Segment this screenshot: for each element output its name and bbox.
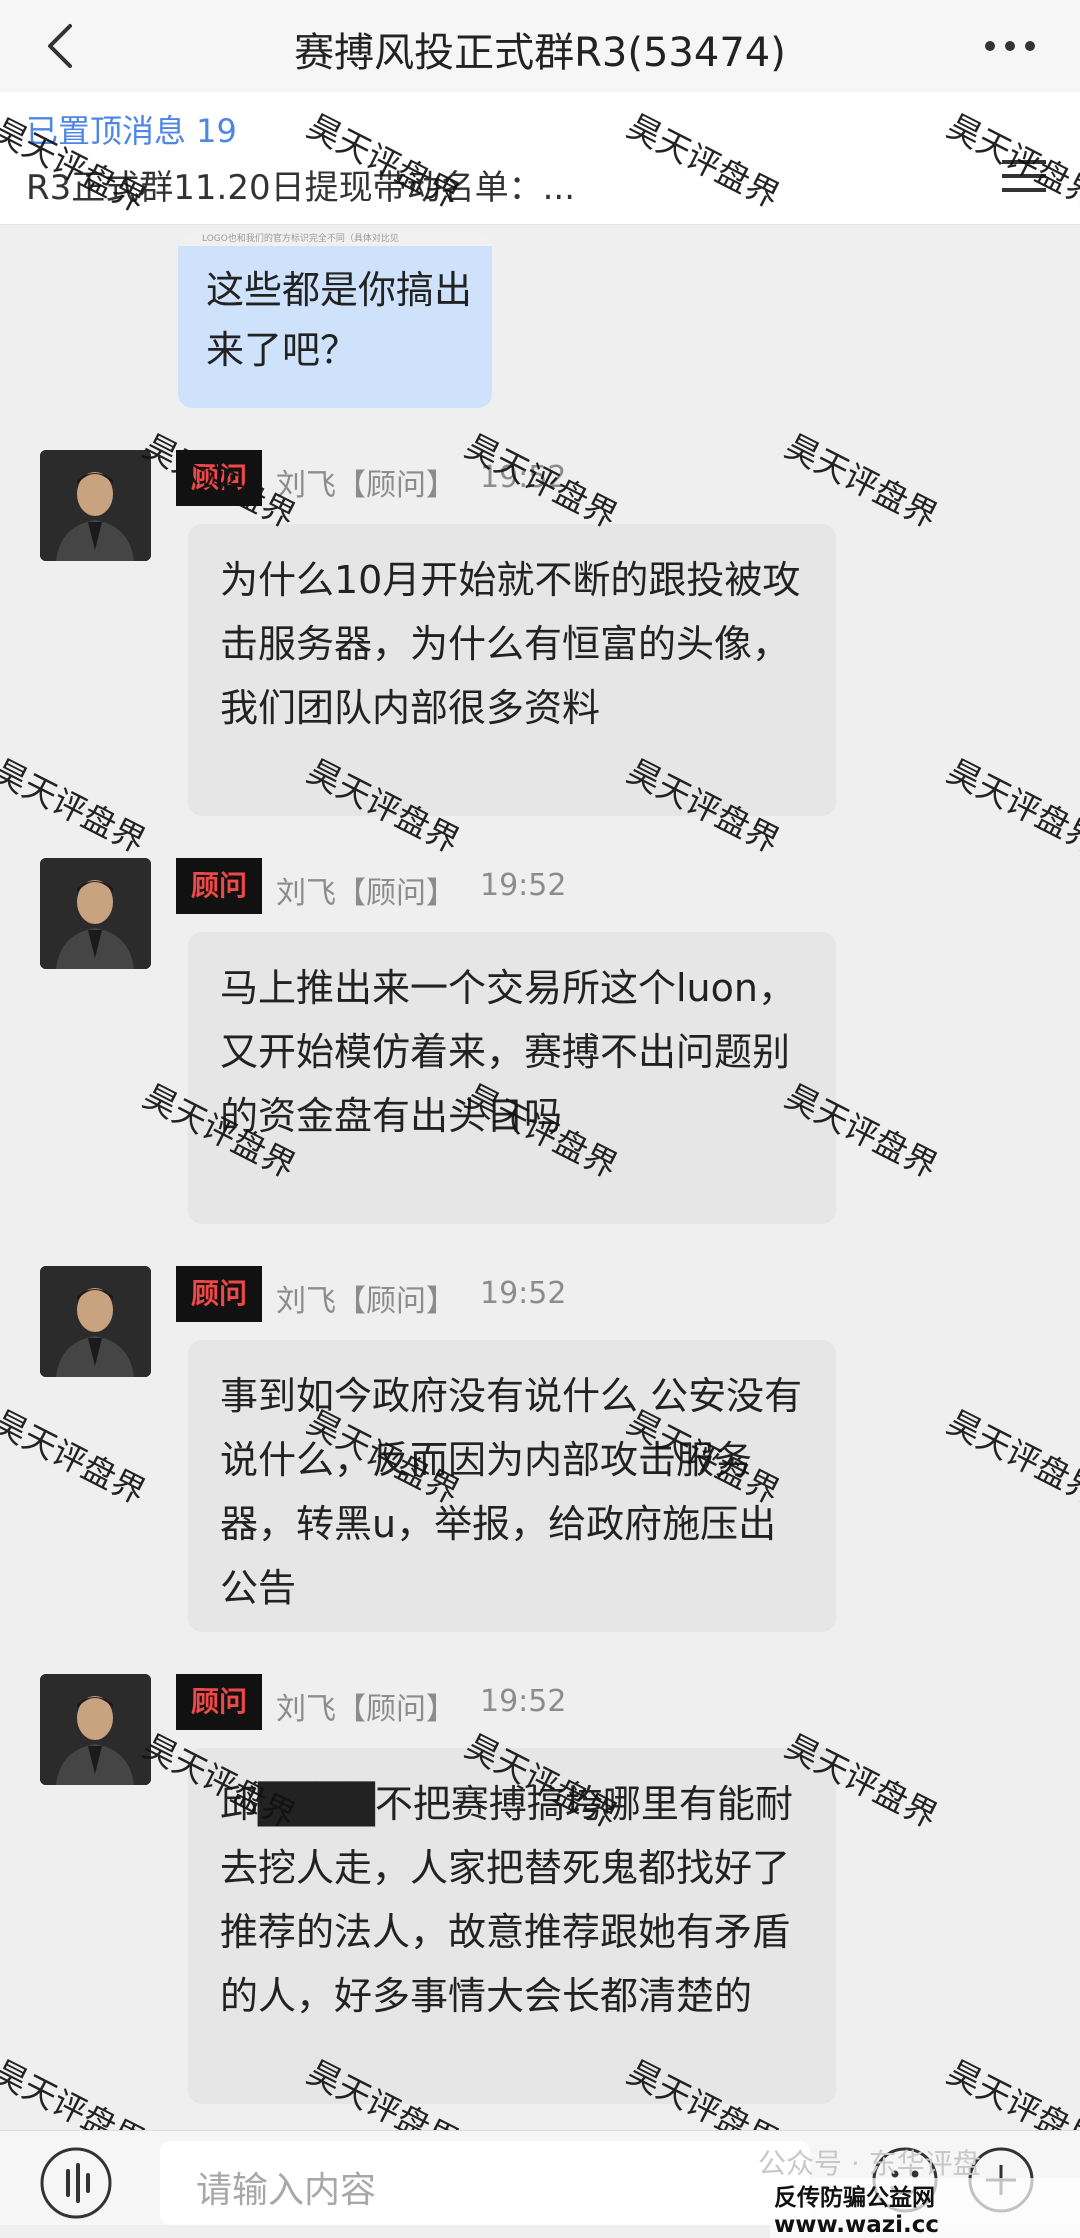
message-text: 马上推出来一个交易所这个luon，又开始模仿着来，赛搏不出问题别的资金盘有出头日… — [220, 966, 796, 1138]
message-time: 19:52 — [480, 868, 567, 903]
message-time: 19:52 — [480, 460, 567, 495]
self-message-bubble[interactable]: LOGO也和我们的官方标识完全不同（具体对比见 这些都是你搞出来了吧？ — [178, 232, 492, 408]
watermark-text: 昊天评盘界 — [941, 1402, 1080, 1512]
message-time: 19:52 — [480, 1276, 567, 1311]
list-icon[interactable] — [996, 152, 1052, 200]
more-dots-icon[interactable] — [970, 14, 1050, 78]
input-placeholder: 请输入内容 — [196, 2170, 377, 2211]
message-input[interactable]: 请输入内容 — [160, 2141, 810, 2225]
role-badge: 顾问 — [176, 1674, 262, 1730]
wechat-account-mark: 公众号 · 东华评盘 — [758, 2147, 981, 2180]
watermark-text: 昊天评盘界 — [0, 751, 152, 861]
message-text: 为什么10月开始就不断的跟投被攻击服务器，为什么有恒富的头像，我们团队内部很多资… — [220, 558, 801, 730]
watermark-text: 昊天评盘界 — [0, 1402, 152, 1512]
sender-name: 刘飞【顾问】 — [276, 1284, 456, 1319]
message-bubble[interactable]: 马上推出来一个交易所这个luon，又开始模仿着来，赛搏不出问题别的资金盘有出头日… — [188, 932, 836, 1224]
watermark-text: 昊天评盘界 — [941, 751, 1080, 861]
avatar[interactable] — [40, 1674, 151, 1785]
site-watermark: 反传防骗公益网 www.wazi.cc — [770, 2178, 1080, 2238]
message-bubble[interactable]: 邱████不把赛搏搞垮哪里有能耐去挖人走，人家把替死鬼都找好了推荐的法人，故意推… — [188, 1748, 836, 2104]
pinned-count: 已置顶消息 19 — [26, 112, 237, 150]
message-bubble[interactable]: 事到如今政府没有说什么 公安没有说什么，反而因为内部攻击服务器，转黑u，举报，给… — [188, 1340, 836, 1632]
quoted-image-strip: LOGO也和我们的官方标识完全不同（具体对比见 — [178, 232, 492, 246]
message-text: 事到如今政府没有说什么 公安没有说什么，反而因为内部攻击服务器，转黑u，举报，给… — [220, 1374, 803, 1610]
watermark-text: 昊天评盘界 — [779, 426, 944, 536]
role-badge: 顾问 — [176, 858, 262, 914]
sender-name: 刘飞【顾问】 — [276, 1692, 456, 1727]
role-badge: 顾问 — [176, 450, 262, 506]
sender-name: 刘飞【顾问】 — [276, 876, 456, 911]
role-badge: 顾问 — [176, 1266, 262, 1322]
avatar[interactable] — [40, 1266, 151, 1377]
avatar[interactable] — [40, 450, 151, 561]
chat-header: 赛搏风投正式群R3(53474) — [0, 0, 1080, 93]
message-text: 邱████不把赛搏搞垮哪里有能耐去挖人走，人家把替死鬼都找好了推荐的法人，故意推… — [220, 1782, 793, 2018]
sender-name: 刘飞【顾问】 — [276, 468, 456, 503]
avatar[interactable] — [40, 858, 151, 969]
message-bubble[interactable]: 为什么10月开始就不断的跟投被攻击服务器，为什么有恒富的头像，我们团队内部很多资… — [188, 524, 836, 816]
voice-icon[interactable] — [38, 2145, 114, 2221]
chat-title: 赛搏风投正式群R3(53474) — [294, 30, 786, 76]
self-message-text: 这些都是你搞出来了吧？ — [206, 268, 473, 372]
pinned-message-banner[interactable]: 已置顶消息 19 R3正式群11.20日提现带动名单：... — [0, 92, 1080, 225]
pinned-message-text: R3正式群11.20日提现带动名单：... — [26, 168, 576, 208]
message-time: 19:52 — [480, 1684, 567, 1719]
